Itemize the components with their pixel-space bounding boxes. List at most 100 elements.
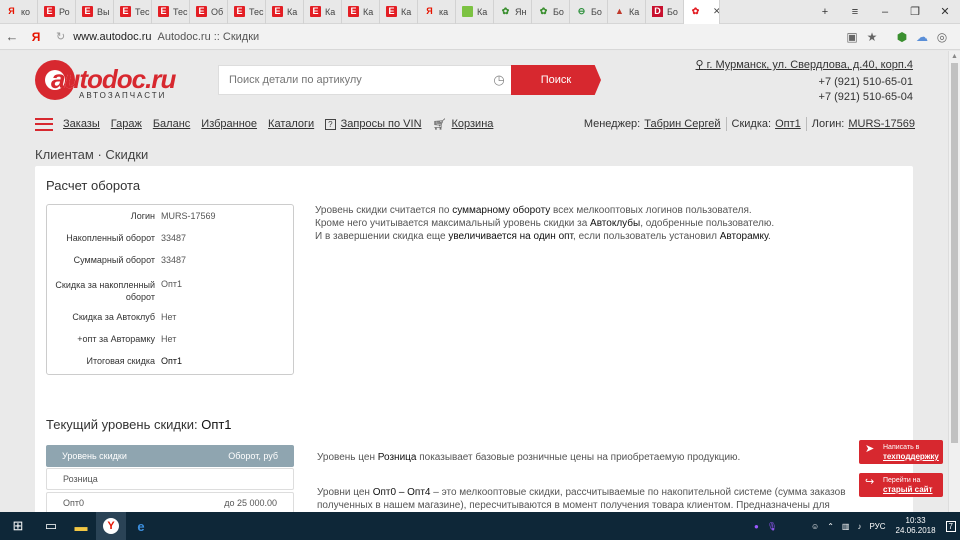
autodoc-logo[interactable]: autodoc.ru АВТОЗАПЧАСТИ (35, 60, 180, 102)
browser-tab[interactable]: E Ка (304, 0, 342, 24)
phone-1: +7 (921) 510-65-01 (818, 76, 913, 88)
exist-favicon-icon: E (348, 6, 359, 17)
page-scrollbar[interactable]: ▲ (948, 51, 960, 512)
info-row: Скидка за Автоклуб Нет (72, 312, 177, 322)
menu-item-balance[interactable]: Баланс (153, 118, 190, 130)
start-windows-icon[interactable]: ⊞ (0, 512, 36, 540)
yandex-icon[interactable]: Я (24, 30, 48, 44)
browser-tab[interactable]: ⊖ Бо (570, 0, 608, 24)
show-hidden-icons[interactable]: ⌃ (827, 522, 834, 531)
browser-tab[interactable]: Ка (456, 0, 494, 24)
browser-tab[interactable]: Яка (418, 0, 456, 24)
weather-icon[interactable]: ☁ (912, 30, 932, 44)
volume-icon[interactable]: ♪ (857, 522, 861, 531)
scrollbar-thumb[interactable] (951, 63, 958, 443)
notifications-icon[interactable]: 7 (945, 520, 956, 532)
tab-label: Ка (363, 6, 374, 17)
exist-favicon-icon: E (196, 6, 207, 17)
exist-favicon-icon: E (120, 6, 131, 17)
login-value-link[interactable]: MURS-17569 (848, 118, 915, 130)
people-icon[interactable]: ☺ (811, 522, 819, 531)
yandex-browser-icon[interactable]: Y (96, 512, 126, 540)
tab-label: ко (21, 6, 31, 17)
browser-tab[interactable]: E Ка (380, 0, 418, 24)
manager-label: Менеджер: (583, 118, 641, 130)
bookmark-star-icon[interactable]: ★ (862, 30, 882, 44)
window-controls: + ≡ – ❐ ✕ (810, 0, 960, 24)
cart-icon: 🛒︎ (432, 118, 447, 131)
login-label: Логин: (811, 118, 845, 130)
language-indicator[interactable]: РУС (869, 522, 885, 531)
extension-icon[interactable]: ⬢ (892, 30, 912, 44)
divider (725, 117, 727, 131)
browser-tab[interactable]: ✿ Бо (532, 0, 570, 24)
yandex-favicon-icon: Я (8, 6, 15, 16)
downloads-icon[interactable]: ◎ (932, 30, 952, 44)
browser-tab[interactable]: ✿ Ян (494, 0, 532, 24)
network-icon[interactable]: ▥ (842, 522, 850, 531)
support-button[interactable]: ➤ Написать в техподдержку (859, 440, 943, 464)
close-tab-icon[interactable]: ✕ (713, 6, 719, 17)
browser-tab[interactable]: E Ка (342, 0, 380, 24)
browser-tab[interactable]: E Вы (76, 0, 114, 24)
alice-icon[interactable]: ● (754, 522, 759, 531)
search-button[interactable]: Поиск (511, 65, 601, 95)
minimize-button[interactable]: – (870, 6, 900, 18)
old-site-button[interactable]: ↪ Перейти на старый сайт (859, 473, 943, 497)
new-tab-button[interactable]: + (810, 6, 840, 18)
clock[interactable]: 10:33 24.06.2018 (896, 516, 936, 536)
back-arrow-icon[interactable]: ← (0, 29, 24, 44)
menu-item-orders[interactable]: Заказы (63, 118, 100, 130)
menu-item-cart[interactable]: Корзина (451, 118, 493, 130)
menu-item-vin-requests[interactable]: Запросы по VIN (341, 118, 422, 130)
menu-item-catalogs[interactable]: Каталоги (268, 118, 314, 130)
wholesale-description: Уровни цен Опт0 – Опт4 – это мелкооптовы… (317, 487, 846, 511)
browser-tab[interactable]: E Ро (38, 0, 76, 24)
menu-item-garage[interactable]: Гараж (111, 118, 142, 130)
file-explorer-icon[interactable]: ▬ (66, 512, 96, 540)
browser-tab[interactable]: E Тес (152, 0, 190, 24)
tab-label: Вы (97, 6, 110, 17)
manager-name-link[interactable]: Табрин Сергей (644, 118, 720, 130)
windows-taskbar: ⊞ ▭ ▬ Y e ● 🎙︎ ☺ ⌃ ▥ ♪ РУС 10:33 24.06.20… (0, 512, 960, 540)
restore-button[interactable]: ❐ (900, 5, 930, 18)
task-view-icon[interactable]: ▭ (36, 512, 66, 540)
browser-tab[interactable]: E Об (190, 0, 228, 24)
breadcrumb-separator: · (97, 147, 102, 162)
location-pin-icon: ⚲ (695, 59, 704, 71)
info-row: +опт за Авторамку Нет (77, 334, 177, 344)
menu-item-favorites[interactable]: Избранное (201, 118, 257, 130)
refresh-icon[interactable]: ↻ (56, 30, 65, 43)
browser-tab[interactable]: E Тес (228, 0, 266, 24)
section-title-current-level: Текущий уровень скидки: Опт1 (46, 417, 232, 432)
store-address[interactable]: ⚲ г. Мурманск, ул. Свердлова, д.40, корп… (696, 58, 913, 73)
browser-tab[interactable]: E Ка (266, 0, 304, 24)
scroll-up-icon[interactable]: ▲ (951, 53, 958, 60)
levels-table-header: Уровень скидки Оборот, руб (46, 445, 294, 467)
browser-tab[interactable]: E Тес (114, 0, 152, 24)
browser-tab[interactable]: Яко (0, 0, 38, 24)
col-turnover: Оборот, руб (228, 451, 278, 461)
exist-favicon-icon: E (310, 6, 321, 17)
search-input[interactable] (229, 74, 487, 86)
breadcrumb-clients[interactable]: Клиентам (35, 147, 94, 162)
tab-label: Тес (249, 6, 264, 17)
browser-tab[interactable]: ✿ ✕ (684, 0, 720, 24)
url-field[interactable]: ↻ www.autodoc.ru Autodoc.ru :: Скидки (56, 27, 842, 47)
history-icon[interactable]: ◷ (487, 72, 511, 88)
browser-tab[interactable]: ▲ Ка (608, 0, 646, 24)
tab-label: Ка (325, 6, 336, 17)
tab-label: Тес (135, 6, 150, 17)
breadcrumb-discounts: Скидки (105, 147, 149, 162)
reader-icon[interactable]: ▣ (842, 30, 862, 44)
breadcrumb: Клиентам · Скидки (35, 147, 148, 162)
browser-tab[interactable]: D Бо (646, 0, 684, 24)
microphone-icon[interactable]: 🎙︎ (767, 522, 777, 531)
redirect-arrow-icon: ↪ (865, 476, 875, 488)
close-window-button[interactable]: ✕ (930, 5, 960, 18)
edge-icon[interactable]: e (126, 512, 156, 540)
hamburger-menu-icon[interactable] (35, 117, 53, 131)
discount-value-link[interactable]: Опт1 (775, 118, 801, 130)
menu-icon[interactable]: ≡ (840, 6, 870, 18)
tab-label: ка (439, 6, 449, 17)
